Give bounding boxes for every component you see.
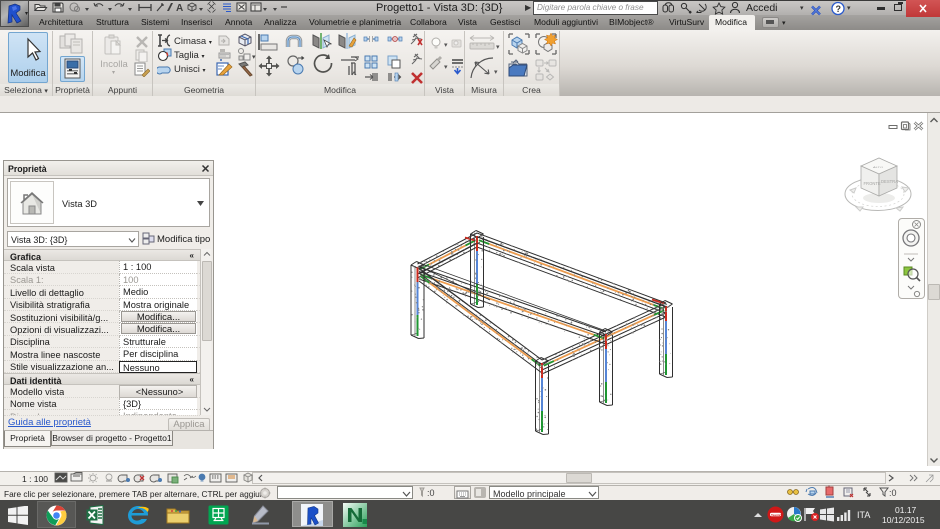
svg-text:▾: ▾ [494, 69, 498, 76]
svg-text:FRONTE: FRONTE [864, 181, 881, 186]
svg-text:▾: ▾ [496, 44, 500, 51]
svg-text:▾: ▾ [444, 42, 448, 49]
svg-text::0: :0 [427, 488, 435, 498]
svg-text::0: :0 [889, 488, 897, 498]
svg-text:DESTRA: DESTRA [881, 179, 898, 184]
svg-text:?: ? [836, 4, 842, 14]
svg-text:ALTO: ALTO [873, 166, 884, 169]
svg-text:TeamV: TeamV [771, 513, 781, 517]
svg-text:▾: ▾ [444, 64, 448, 71]
svg-text:A: A [176, 3, 183, 14]
